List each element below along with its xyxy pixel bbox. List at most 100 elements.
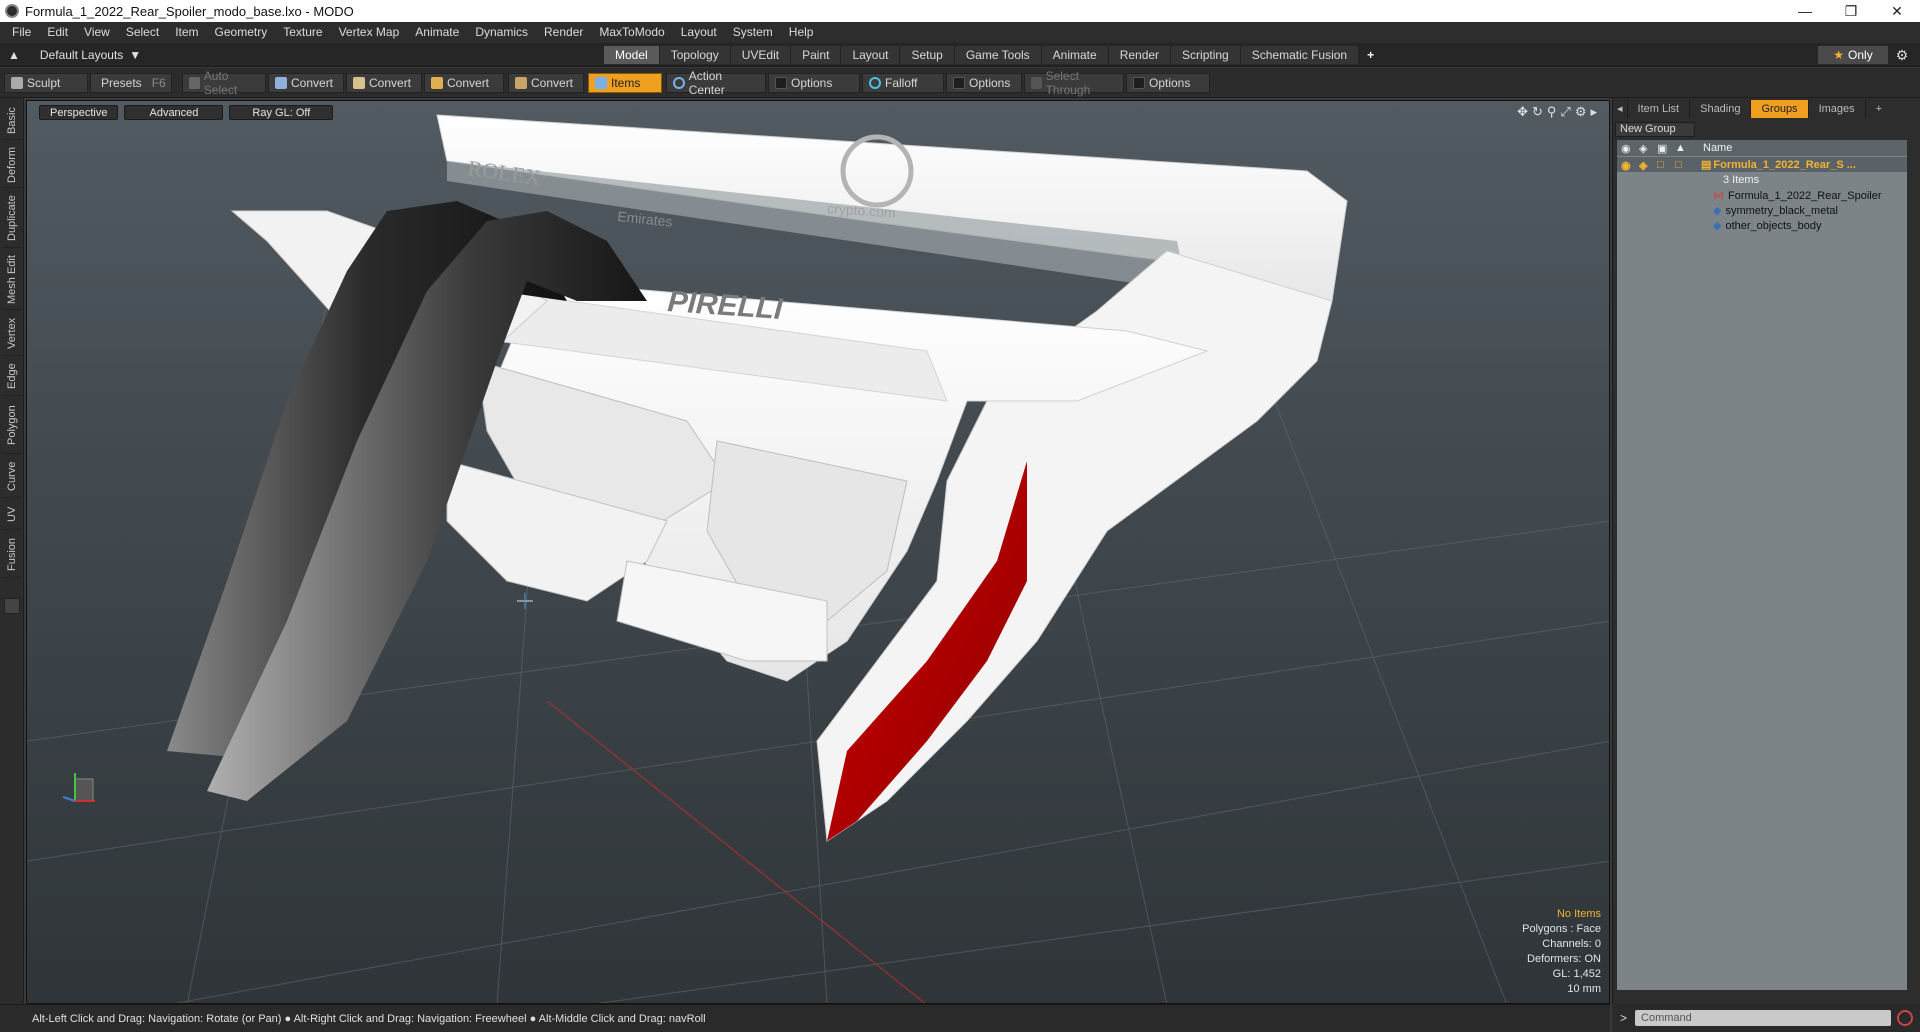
tree-header: ◉ ◈ ▣ ▲ Name (1617, 140, 1907, 156)
action-center-button[interactable]: Action Center (666, 69, 766, 97)
left-tab-curve[interactable]: Curve (3, 456, 21, 498)
left-tab-mesh-edit[interactable]: Mesh Edit (3, 250, 21, 310)
pan-icon[interactable]: ✥ (1517, 104, 1528, 120)
menu-system[interactable]: System (725, 22, 781, 43)
menu-select[interactable]: Select (118, 22, 167, 43)
fit-icon[interactable]: ⤢ (1560, 104, 1570, 120)
items-button[interactable]: Items (588, 73, 662, 93)
left-tab-uv[interactable]: UV (3, 500, 21, 530)
menu-render[interactable]: Render (536, 22, 591, 43)
menu-item[interactable]: Item (167, 22, 206, 43)
layout-dropdown[interactable]: ▲ Default Layouts ▼ (8, 46, 141, 64)
menu-file[interactable]: File (4, 22, 39, 43)
add-panel-tab-icon[interactable]: + (1866, 100, 1892, 118)
tab-images[interactable]: Images (1809, 100, 1866, 118)
expand-toolbox-icon[interactable] (4, 598, 20, 614)
new-group-button[interactable]: New Group (1615, 122, 1695, 137)
left-tab-deform[interactable]: Deform (3, 142, 21, 188)
list-item-material-1[interactable]: ◆ symmetry_black_metal (1617, 203, 1907, 218)
convert-button-1[interactable]: Convert (268, 73, 344, 93)
tab-item-list[interactable]: Item List (1628, 100, 1691, 118)
tab-groups[interactable]: Groups (1751, 100, 1809, 118)
falloff-label: Falloff (885, 76, 918, 90)
tab-setup[interactable]: Setup (900, 46, 955, 64)
left-tab-fusion[interactable]: Fusion (3, 532, 21, 578)
options-button-1[interactable]: Options (768, 73, 860, 93)
group-eye-icon[interactable]: ◉ (1621, 159, 1635, 172)
left-tab-vertex[interactable]: Vertex (3, 312, 21, 356)
menu-texture[interactable]: Texture (275, 22, 330, 43)
convert-button-4[interactable]: Convert (508, 73, 584, 93)
layout-tabs: Model Topology UVEdit Paint Layout Setup… (604, 46, 1382, 64)
tab-game-tools[interactable]: Game Tools (954, 46, 1042, 64)
tab-render[interactable]: Render (1108, 46, 1172, 64)
menu-animate[interactable]: Animate (407, 22, 467, 43)
viewport-gear-icon[interactable]: ⚙ (1575, 104, 1587, 120)
action-center-icon (673, 77, 685, 89)
tab-layout[interactable]: Layout (841, 46, 901, 64)
convert-button-3[interactable]: Convert (424, 73, 504, 93)
list-item-material-2[interactable]: ◆ other_objects_body (1617, 218, 1907, 233)
group-render-icon[interactable]: ◈ (1639, 159, 1653, 172)
menu-help[interactable]: Help (781, 22, 822, 43)
tab-animate[interactable]: Animate (1041, 46, 1109, 64)
presets-button[interactable]: Presets F6 (90, 73, 172, 93)
options-checkbox-1[interactable] (775, 77, 787, 89)
advanced-button[interactable]: Advanced (124, 105, 224, 120)
options-checkbox-3[interactable] (1133, 77, 1145, 89)
restore-icon[interactable]: ❐ (1828, 0, 1874, 22)
minimize-icon[interactable]: — (1782, 0, 1828, 22)
zoom-icon[interactable]: ⚲ (1547, 104, 1557, 120)
list-item-mesh[interactable]: ⋈ Formula_1_2022_Rear_Spoiler (1617, 188, 1907, 203)
clear-command-icon[interactable] (1897, 1010, 1914, 1026)
options-checkbox-2[interactable] (953, 77, 965, 89)
only-button[interactable]: ★ Only (1818, 46, 1888, 64)
tab-topology[interactable]: Topology (659, 46, 731, 64)
add-tab-icon[interactable]: + (1359, 46, 1382, 64)
tab-shading[interactable]: Shading (1690, 100, 1752, 118)
select-column-icon[interactable]: ▲ (1675, 142, 1689, 154)
render-column-icon[interactable]: ◈ (1639, 142, 1653, 155)
tab-paint[interactable]: Paint (791, 46, 842, 64)
convert-button-2[interactable]: Convert (346, 73, 422, 93)
group-lock-icon[interactable]: □ (1657, 159, 1671, 171)
group-row[interactable]: ◉ ◈ □ □ ▤ Formula_1_2022_Rear_S ... (1617, 157, 1907, 172)
select-through-button[interactable]: Select Through (1024, 69, 1124, 97)
menu-dynamics[interactable]: Dynamics (467, 22, 536, 43)
tab-model[interactable]: Model (604, 46, 660, 64)
left-tab-basic[interactable]: Basic (3, 102, 21, 140)
options-label-1: Options (791, 76, 833, 90)
falloff-button[interactable]: Falloff (862, 73, 944, 93)
tab-scripting[interactable]: Scripting (1171, 46, 1241, 64)
options-button-2[interactable]: Options (946, 73, 1022, 93)
left-tab-edge[interactable]: Edge (3, 358, 21, 396)
layout-collapse-icon[interactable]: ▲ (8, 48, 20, 62)
3d-viewport[interactable]: ROLEX Emirates crypto.com PIRELLI Perspe… (26, 100, 1610, 1004)
menu-edit[interactable]: Edit (39, 22, 76, 43)
tab-uvedit[interactable]: UVEdit (730, 46, 792, 64)
left-tab-polygon[interactable]: Polygon (3, 398, 21, 454)
options-button-3[interactable]: Options (1126, 73, 1210, 93)
close-icon[interactable]: ✕ (1874, 0, 1920, 22)
left-tab-duplicate[interactable]: Duplicate (3, 190, 21, 248)
visibility-column-icon[interactable]: ◉ (1621, 142, 1635, 155)
lock-column-icon[interactable]: ▣ (1657, 142, 1671, 155)
auto-select-button[interactable]: Auto Select (182, 69, 266, 97)
menu-view[interactable]: View (76, 22, 118, 43)
menu-vertex-map[interactable]: Vertex Map (331, 22, 408, 43)
menu-layout[interactable]: Layout (673, 22, 725, 43)
panel-menu-icon[interactable]: ◂ (1613, 100, 1628, 118)
rotate-icon[interactable]: ↻ (1532, 104, 1543, 120)
title-bar: Formula_1_2022_Rear_Spoiler_modo_base.lx… (0, 0, 1920, 22)
tab-schematic-fusion[interactable]: Schematic Fusion (1240, 46, 1360, 64)
gear-icon[interactable]: ⚙ (1892, 46, 1912, 64)
sculpt-button[interactable]: Sculpt (4, 73, 88, 93)
viewport-menu-icon[interactable]: ▸ (1590, 104, 1597, 120)
raygl-button[interactable]: Ray GL: Off (229, 105, 334, 120)
command-input[interactable]: Command (1635, 1010, 1892, 1026)
name-column-header[interactable]: Name (1703, 142, 1732, 154)
perspective-button[interactable]: Perspective (39, 105, 119, 120)
group-select-icon[interactable]: □ (1675, 159, 1689, 171)
menu-geometry[interactable]: Geometry (207, 22, 276, 43)
menu-maxtomodo[interactable]: MaxToModo (591, 22, 672, 43)
